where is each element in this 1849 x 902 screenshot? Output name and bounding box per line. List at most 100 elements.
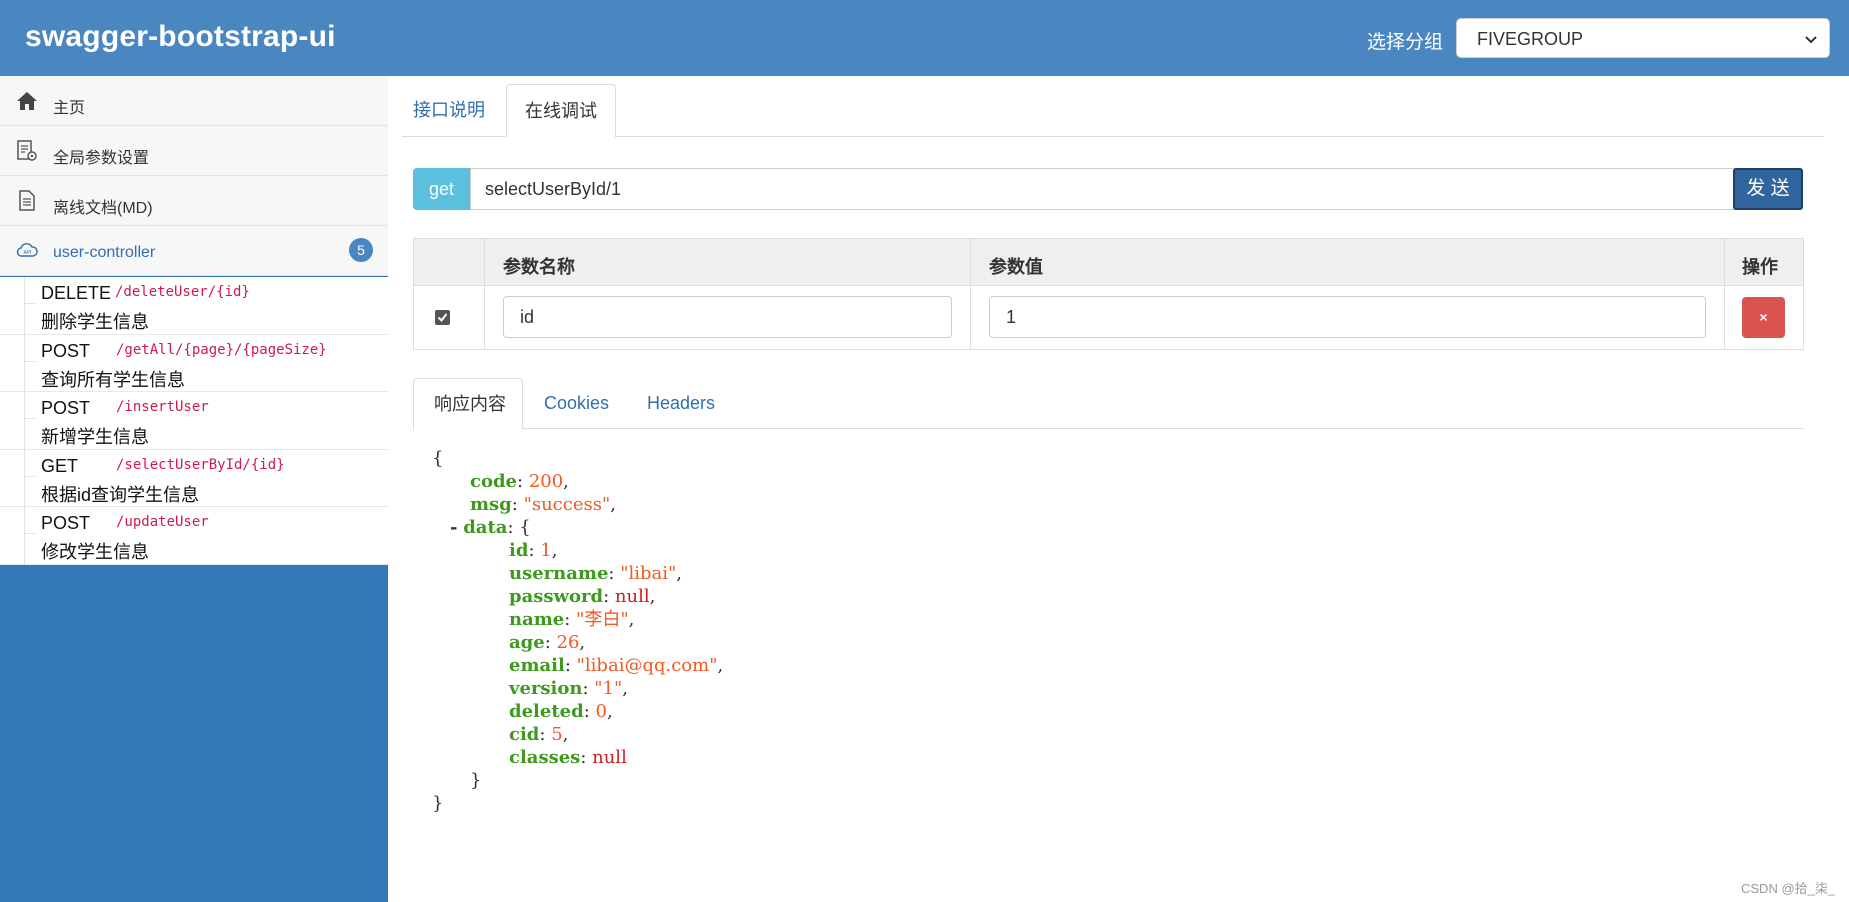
- param-value-input[interactable]: 1: [989, 296, 1706, 338]
- json-value: null: [614, 586, 650, 607]
- json-key: email: [509, 655, 565, 676]
- request-url-input[interactable]: selectUserById/1: [470, 168, 1746, 210]
- json-value: "success": [523, 494, 611, 515]
- api-path: /insertUser: [116, 399, 209, 415]
- tree-rail: [24, 334, 25, 391]
- api-method: POST: [41, 398, 91, 418]
- chevron-down-icon: [1805, 36, 1817, 44]
- tree-tick: [25, 418, 35, 419]
- request-bar: get selectUserById/1 发 送: [413, 168, 1803, 210]
- api-desc: 删除学生信息: [41, 312, 149, 332]
- tab-online-debug[interactable]: 在线调试: [506, 84, 616, 138]
- json-key: password: [509, 586, 604, 607]
- api-desc: 查询所有学生信息: [41, 369, 185, 390]
- json-key: version: [509, 678, 583, 699]
- brand-title: swagger-bootstrap-ui: [25, 20, 336, 53]
- api-path: /deleteUser/{id}: [115, 284, 250, 300]
- param-name-input[interactable]: id: [503, 296, 952, 338]
- json-key: code: [470, 471, 518, 492]
- json-brace: {: [432, 448, 444, 469]
- json-key: age: [509, 632, 545, 653]
- response-tabs: 响应内容 Cookies Headers: [413, 378, 1804, 430]
- delete-param-button[interactable]: ×: [1742, 297, 1785, 338]
- main-tabs: 接口说明 在线调试: [402, 84, 1824, 138]
- sidebar-item-offline-doc[interactable]: 离线文档(MD): [0, 176, 388, 226]
- group-select[interactable]: FIVEGROUP: [1456, 18, 1830, 58]
- sidebar: 主页 全局参数设置 离线文档(MD) API user-controller 5…: [0, 76, 388, 902]
- json-brace: }: [432, 793, 444, 814]
- json-value: null: [592, 747, 627, 768]
- sidebar-item-label: 全局参数设置: [53, 150, 150, 167]
- json-key: deleted: [509, 701, 584, 722]
- param-table-header: [414, 239, 1803, 286]
- api-item-select-user-by-id[interactable]: GET /selectUserById/{id} 根据id查询学生信息: [0, 449, 388, 507]
- group-select-label: 选择分组: [1367, 32, 1444, 53]
- tab-cookies[interactable]: Cookies: [544, 378, 609, 429]
- request-method-tag: get: [413, 168, 470, 210]
- json-key: username: [509, 563, 609, 584]
- controller-count-badge: 5: [349, 238, 373, 262]
- api-item-get-all[interactable]: POST /getAll/{page}/{pageSize} 查询所有学生信息: [0, 334, 388, 392]
- param-table: 参数名称 参数值 操作 id 1 ×: [413, 238, 1804, 350]
- tree-rail: [24, 449, 25, 506]
- tree-rail: [24, 392, 25, 449]
- json-key: id: [509, 540, 529, 561]
- json-value: 200: [528, 471, 564, 492]
- json-key: msg: [470, 494, 512, 515]
- sidebar-item-label: user-controller: [53, 244, 156, 261]
- param-enabled-checkbox[interactable]: [435, 310, 450, 325]
- column-header-param-value: 参数值: [989, 257, 1043, 277]
- tree-rail: [24, 277, 25, 334]
- sidebar-item-home[interactable]: 主页: [0, 76, 388, 126]
- api-item-delete-user[interactable]: DELETE /deleteUser/{id} 删除学生信息: [0, 277, 388, 335]
- api-desc: 新增学生信息: [41, 427, 149, 447]
- top-header: swagger-bootstrap-ui 选择分组 FIVEGROUP: [0, 0, 1849, 76]
- sidebar-item-label: 离线文档(MD): [53, 200, 153, 217]
- cloud-api-icon: API: [16, 243, 38, 257]
- settings-doc-icon: [17, 140, 37, 161]
- tab-api-description[interactable]: 接口说明: [402, 84, 506, 137]
- api-desc: 修改学生信息: [41, 542, 149, 562]
- json-value: "李白": [576, 609, 629, 630]
- json-value: 1: [540, 540, 552, 561]
- home-icon: [17, 92, 37, 110]
- col-divider: [1724, 239, 1725, 349]
- api-method: POST: [41, 513, 91, 533]
- group-select-value: FIVEGROUP: [1477, 29, 1584, 49]
- api-method: GET: [41, 455, 79, 476]
- json-key: name: [509, 609, 565, 630]
- checkmark-icon: [437, 313, 448, 323]
- api-item-update-user[interactable]: POST /updateUser 修改学生信息: [0, 507, 388, 565]
- api-desc: 根据id查询学生信息: [41, 484, 200, 505]
- json-value: 26: [556, 632, 580, 653]
- watermark: CSDN @拾_柒_: [1741, 881, 1836, 896]
- column-header-action: 操作: [1742, 257, 1778, 277]
- tree-tick: [25, 303, 35, 304]
- tree-tick: [25, 533, 35, 534]
- json-value: 0: [595, 701, 607, 722]
- col-divider: [484, 239, 485, 349]
- sidebar-item-global-params[interactable]: 全局参数设置: [0, 126, 388, 176]
- api-path: /selectUserById/{id}: [116, 456, 285, 473]
- api-method: DELETE: [41, 283, 112, 303]
- tab-response-content[interactable]: 响应内容: [413, 378, 523, 430]
- json-value: 5: [551, 724, 563, 745]
- tab-headers[interactable]: Headers: [647, 378, 715, 429]
- sidebar-item-user-controller[interactable]: API user-controller: [0, 226, 388, 276]
- api-method: POST: [41, 340, 91, 361]
- json-value: "libai@qq.com": [576, 655, 718, 676]
- column-header-param-name: 参数名称: [503, 257, 575, 277]
- api-path: /updateUser: [116, 514, 209, 530]
- json-value: "libai": [620, 563, 677, 584]
- send-button[interactable]: 发 送: [1733, 168, 1803, 210]
- json-key: data: [463, 517, 508, 538]
- tree-tick: [25, 360, 35, 362]
- api-item-insert-user[interactable]: POST /insertUser 新增学生信息: [0, 392, 388, 450]
- sidebar-item-label: 主页: [53, 100, 86, 117]
- json-brace: }: [470, 770, 482, 791]
- api-list: DELETE /deleteUser/{id} 删除学生信息 POST /get…: [0, 277, 388, 565]
- tree-tick: [25, 475, 35, 477]
- sidebar-menu: 主页 全局参数设置 离线文档(MD) API user-controller: [0, 76, 388, 276]
- svg-text:API: API: [24, 250, 32, 256]
- tree-rail: [24, 507, 25, 564]
